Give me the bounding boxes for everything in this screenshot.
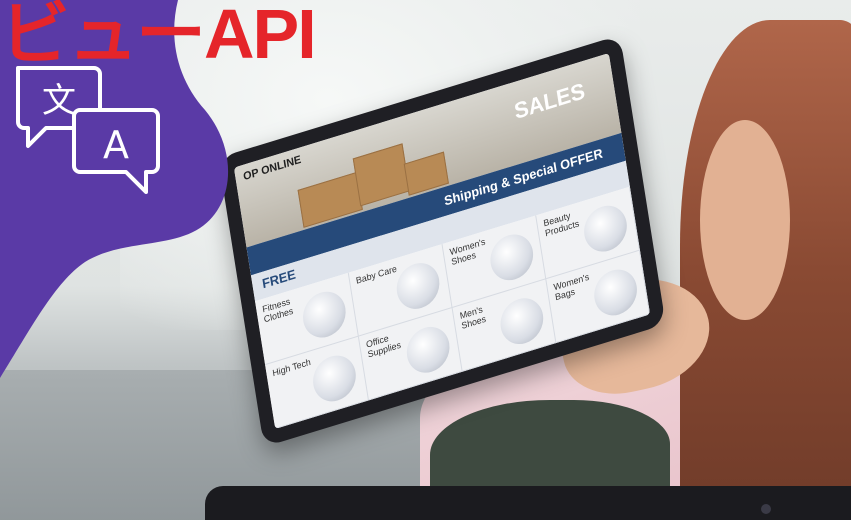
svg-text:文: 文 [42, 81, 76, 121]
laptop-lid [205, 486, 851, 520]
person-face [700, 120, 790, 320]
shop-online-label: OP ONLINE [242, 153, 303, 184]
category-label: Women's Bags [552, 271, 590, 303]
category-image [497, 292, 547, 350]
category-label: Men's Shoes [459, 304, 487, 331]
category-label: Women's Shoes [449, 236, 487, 268]
free-label: FREE [261, 266, 297, 292]
category-image [580, 200, 630, 258]
translate-icon-graphic: 文 A [16, 66, 160, 194]
sales-label: SALES [512, 77, 587, 125]
cardboard-box [352, 143, 411, 207]
category-label: Beauty Products [542, 210, 580, 239]
category-image [299, 286, 349, 343]
category-label: High Tech [271, 356, 312, 379]
webcam [761, 504, 771, 514]
category-image [393, 257, 443, 315]
category-label: Fitness Clothes [261, 296, 294, 325]
category-label: Baby Care [355, 263, 398, 286]
category-image [591, 264, 641, 321]
category-image [403, 321, 453, 379]
svg-text:A: A [103, 123, 129, 167]
translate-icon: 文 A [12, 64, 162, 204]
category-image [309, 350, 359, 407]
category-image [487, 228, 537, 286]
category-label: Office Supplies [365, 332, 402, 360]
